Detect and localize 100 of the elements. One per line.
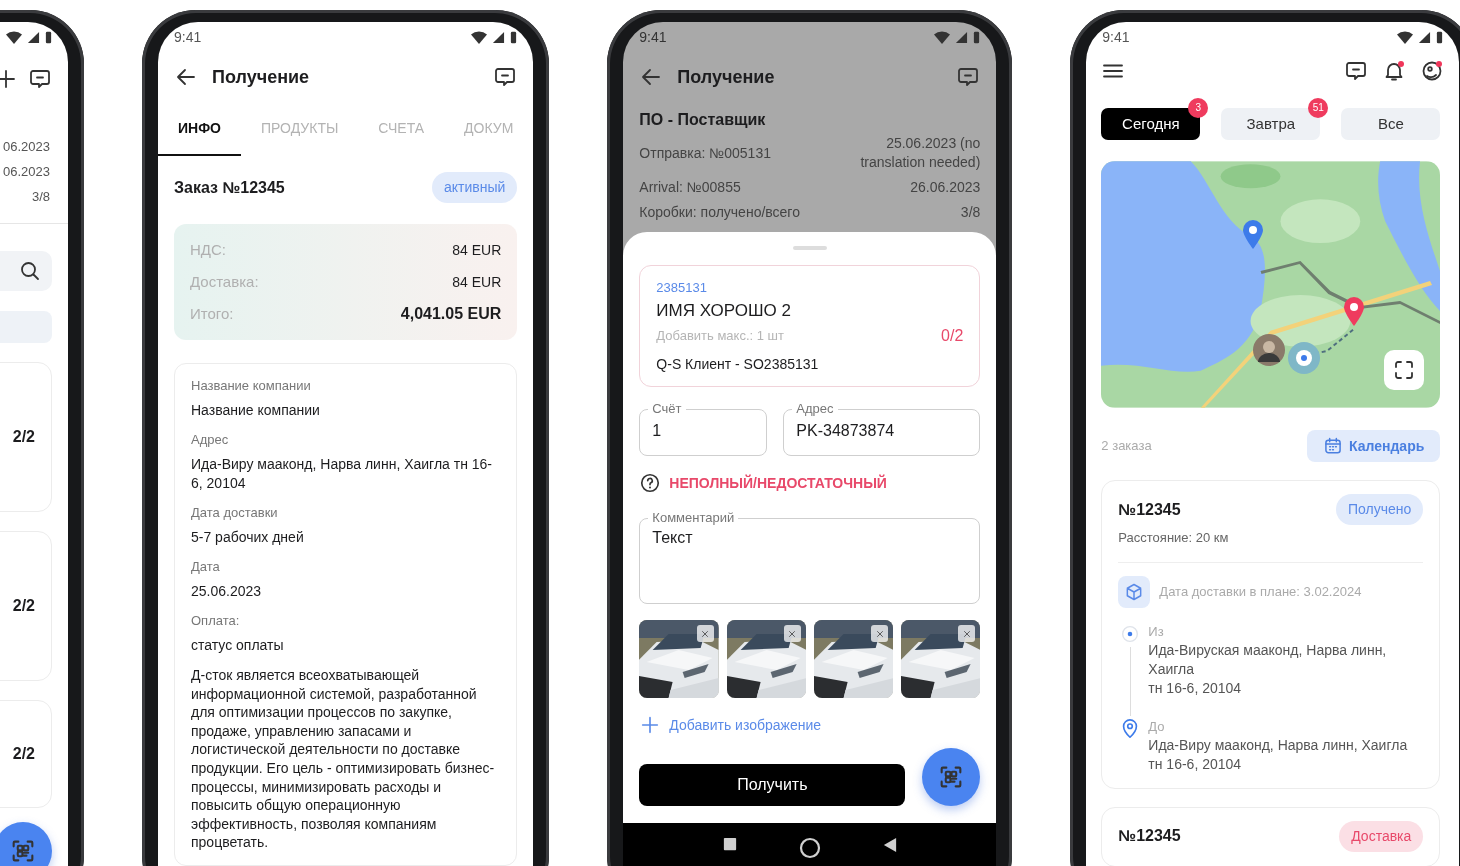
status-time: 9:41: [174, 27, 202, 47]
order-title: Заказ №12345: [174, 177, 285, 198]
orders-count: 2 заказа: [1101, 437, 1152, 456]
search-icon: [18, 259, 42, 283]
close-icon: [961, 628, 972, 639]
route-label: Из: [1148, 622, 1165, 641]
chat-icon[interactable]: [1344, 59, 1369, 83]
detail-label: Дата доставки: [191, 505, 278, 520]
field-input[interactable]: PK-34873874: [796, 417, 968, 447]
map-pin-icon[interactable]: [1241, 219, 1266, 250]
battery-icon: [1436, 30, 1444, 44]
order-number: №12345: [1118, 499, 1181, 520]
signal-icon: [27, 30, 40, 44]
wifi-icon: [1397, 30, 1414, 44]
info-value: 3/8: [960, 203, 981, 222]
info-value: 3/8: [31, 189, 50, 204]
detail-value: 5-7 рабочих дней: [191, 529, 304, 545]
comment-input[interactable]: Текст: [652, 526, 968, 588]
account-field[interactable]: Счёт 1: [639, 401, 768, 456]
field-label: Комментарий: [651, 510, 736, 526]
remove-photo-button[interactable]: [958, 625, 976, 642]
plus-icon[interactable]: [0, 67, 18, 91]
fullscreen-button[interactable]: [1384, 350, 1425, 390]
box-count: 2/2: [12, 596, 35, 616]
field-label: Счёт: [651, 401, 683, 417]
battery-icon: [973, 30, 981, 44]
order-card[interactable]: 2/2: [0, 531, 52, 681]
detail-label: Дата: [191, 559, 220, 574]
location-marker-icon: [1288, 342, 1321, 374]
avatar[interactable]: [1253, 334, 1286, 366]
drag-handle[interactable]: [792, 246, 827, 250]
total-value: 4,041.05 EUR: [400, 304, 502, 324]
home-icon[interactable]: [798, 837, 821, 859]
supplier-title: ПО - Поставщик: [639, 110, 767, 130]
status-time: 9:41: [1102, 27, 1130, 47]
remove-photo-button[interactable]: [871, 625, 889, 642]
battery-icon: [510, 30, 518, 44]
route-address: Ида-Виру мааконд, Нарва линн, Хаигла тн 16-6, 20104: [1148, 735, 1409, 774]
back-icon[interactable]: [882, 837, 897, 853]
tab[interactable]: Все: [1341, 108, 1441, 140]
help-icon: [639, 472, 662, 494]
item-count: 0/2: [941, 326, 964, 346]
scan-button[interactable]: [922, 748, 981, 806]
item-code: 2385131: [656, 279, 708, 297]
info-value: 25.06.2023 (no translation needed): [859, 134, 981, 172]
field-input[interactable]: 1: [652, 417, 755, 447]
close-icon: [787, 628, 798, 639]
warning-text: НЕПОЛНЫЙ/НЕДОСТАТОЧНЫЙ: [669, 473, 887, 493]
total-label: НДС:: [190, 239, 226, 260]
route-address: Ида-Вируская мааконд, Нарва линн, Хаигла тн 16-6, 20104: [1148, 640, 1388, 698]
detail-value: Ида-Виру мааконд, Нарва линн, Хаигла тн 16-6, 20104: [191, 456, 493, 491]
total-label: Доставка:: [190, 271, 259, 292]
screen-title: Получение: [212, 65, 310, 89]
detail-value: статус оплаты: [191, 637, 284, 653]
order-card[interactable]: 2/2: [0, 700, 52, 808]
wifi-icon: [934, 30, 951, 44]
total-label: Итого:: [190, 303, 234, 324]
item-client: Q-S Клиент - SO2385131: [656, 355, 820, 374]
detail-label: Название компании: [191, 378, 311, 393]
order-card[interactable]: №12345 Получено Расстояние: 20 км Дата доставки в плане: 3.02.2024 Из Ида-Вируская мааконд, Нарва линн, Хаигла тн 16-6, 20104 До Ида-Виру мааконд, Нарва линн, Хаигла тн 16-6, 20104: [1101, 480, 1441, 789]
status-badge: Доставка: [1339, 820, 1424, 852]
wifi-icon: [471, 30, 488, 44]
signal-icon: [1418, 30, 1432, 44]
close-icon: [700, 628, 711, 639]
info-label: Отправка: №005131: [639, 143, 771, 163]
order-card[interactable]: 2/2: [0, 362, 52, 512]
info-value: 06.2023: [3, 164, 50, 179]
item-hint: Добавить макс.: 1 шт: [656, 327, 784, 345]
planned-date: Дата доставки в плане: 3.02.2024: [1159, 582, 1362, 601]
detail-value: Название компании: [191, 402, 320, 418]
receive-button[interactable]: Получить: [639, 764, 906, 806]
chat-icon[interactable]: [956, 65, 981, 89]
close-icon: [874, 628, 885, 639]
description: Д-сток является всеохватывающей информационной системой, разработанной для оптимизации процессов по закупке, продаже, управлению запасами и логистической деятельности по доставке продукции. Его цель - оптимизировать бизнес-процессы, минимизировать расходы и повысить общую операционную эффективность, позволяя компаниям процветать.: [191, 666, 496, 852]
status-time: 9:41: [639, 27, 667, 47]
recents-icon[interactable]: [722, 837, 737, 851]
signal-icon: [492, 30, 506, 44]
comment-field[interactable]: Комментарий Текст: [639, 510, 981, 604]
package-icon: [1118, 575, 1151, 608]
item-name: ИМЯ ХОРОШО 2: [656, 300, 792, 322]
map-pin-icon[interactable]: [1342, 296, 1367, 327]
box-count: 2/2: [12, 427, 35, 447]
info-value: 26.06.2023: [910, 178, 981, 197]
address-field[interactable]: Адрес PK-34873874: [783, 401, 981, 456]
profile-icon[interactable]: [1420, 59, 1445, 83]
count-badge: 51: [1308, 98, 1329, 118]
total-value: 84 EUR: [452, 272, 502, 292]
route-label: До: [1148, 717, 1166, 736]
box-count: 2/2: [12, 744, 35, 764]
info-label: Коробки: получено/всего: [639, 203, 800, 222]
tab[interactable]: ИНФО: [158, 102, 241, 156]
wifi-icon: [6, 30, 22, 44]
screen-title: Получение: [677, 65, 775, 89]
count-badge: 3: [1188, 98, 1209, 118]
total-value: 84 EUR: [452, 240, 502, 260]
detail-value: 25.06.2023: [191, 583, 262, 599]
chat-icon[interactable]: [28, 67, 52, 91]
detail-label: Оплата:: [191, 613, 240, 628]
chat-icon[interactable]: [493, 65, 518, 89]
detail-label: Адрес: [191, 432, 229, 447]
